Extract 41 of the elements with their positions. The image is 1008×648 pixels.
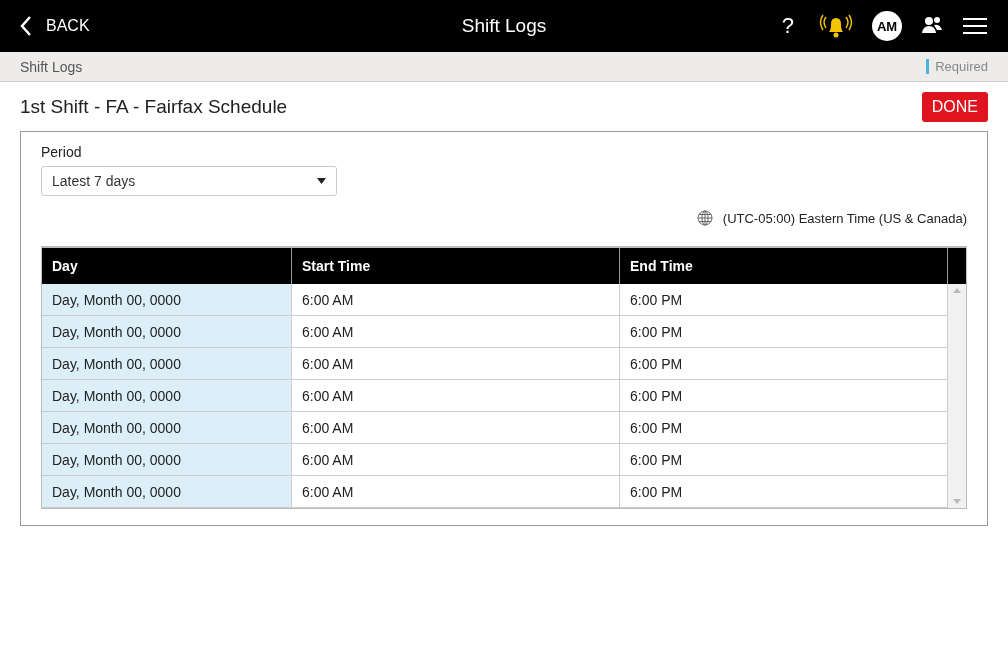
table-cell: 6:00 PM xyxy=(620,380,948,412)
table-cell: 6:00 AM xyxy=(292,284,620,316)
table-cell: Day, Month 00, 0000 xyxy=(42,316,292,348)
globe-icon xyxy=(696,210,713,226)
table-cell: 6:00 PM xyxy=(620,316,948,348)
required-legend: Required xyxy=(926,59,988,74)
help-button[interactable]: ? xyxy=(775,13,800,39)
period-dropdown[interactable]: Latest 7 days xyxy=(41,166,337,196)
table-cell: Day, Month 00, 0000 xyxy=(42,444,292,476)
column-header: Start Time xyxy=(292,248,620,284)
column-header: Day xyxy=(42,248,292,284)
table-cell: 6:00 AM xyxy=(292,380,620,412)
table-cell: 6:00 AM xyxy=(292,412,620,444)
table-cell: Day, Month 00, 0000 xyxy=(42,412,292,444)
timezone-label: (UTC-05:00) Eastern Time (US & Canada) xyxy=(722,210,967,226)
caret-icon xyxy=(317,178,326,184)
table-cell: Day, Month 00, 0000 xyxy=(42,284,292,316)
table-cell: 6:00 PM xyxy=(620,476,948,508)
column-header: End Time xyxy=(620,248,948,284)
period-label: Period xyxy=(41,144,83,160)
table-cell: Day, Month 00, 0000 xyxy=(42,476,292,508)
table-cell: 6:00 PM xyxy=(620,348,948,380)
breadcrumb-label: Shift Logs xyxy=(20,58,83,75)
table-cell: Day, Month 00, 0000 xyxy=(42,380,292,412)
table-cell: 6:00 AM xyxy=(292,444,620,476)
menu-icon[interactable] xyxy=(962,17,988,35)
table-cell: 6:00 AM xyxy=(292,348,620,380)
schedule-title: 1st Shift - FA - Fairfax Schedule xyxy=(20,96,288,118)
table-cell: Day, Month 00, 0000 xyxy=(42,348,292,380)
table-cell: 6:00 PM xyxy=(620,284,948,316)
done-button[interactable]: DONE xyxy=(921,92,988,122)
table-cell: 6:00 PM xyxy=(620,444,948,476)
table-cell: 6:00 AM xyxy=(292,476,620,508)
alarm-bell-icon[interactable] xyxy=(818,13,854,39)
header-corner xyxy=(948,248,966,284)
table-cell: 6:00 PM xyxy=(620,412,948,444)
chevron-left-icon xyxy=(20,15,32,37)
screen-title: Shift Logs xyxy=(461,15,547,37)
table-cell: 6:00 AM xyxy=(292,316,620,348)
user-avatar[interactable]: AM xyxy=(872,11,902,41)
back-button[interactable]: BACK xyxy=(20,15,90,37)
